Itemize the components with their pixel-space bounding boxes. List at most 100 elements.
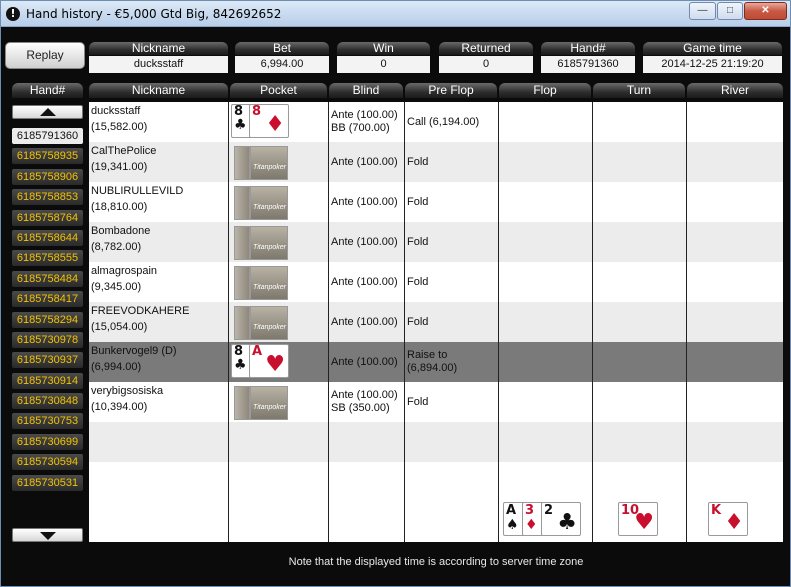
- hand-list-item[interactable]: 6185730594: [12, 454, 83, 471]
- card-rank: A: [252, 344, 263, 359]
- player-cell: verybigsosiska (10,394.00): [89, 382, 228, 422]
- card: 10 ♥: [618, 502, 658, 536]
- card-rank: 3: [525, 503, 535, 518]
- card-back-icon: Titanpoker: [250, 186, 288, 220]
- col-header-nickname: Nickname: [89, 83, 228, 98]
- blind-cell: Ante (100.00): [329, 142, 405, 182]
- hand-list-item[interactable]: 6185791360: [12, 128, 83, 144]
- player-name: CalThePolice: [91, 145, 157, 157]
- title-bar: ! Hand history - €5,000 Gtd Big, 8426926…: [1, 1, 790, 27]
- card-rank: 8: [252, 104, 262, 119]
- close-button[interactable]: ✕: [744, 2, 787, 20]
- player-name: NUBLIRULLEVILD: [91, 185, 184, 197]
- summary-returned-label: Returned: [439, 42, 533, 55]
- preflop-cell: Call (6,194.00): [405, 102, 499, 142]
- pocket-cell: Titanpoker: [229, 382, 328, 422]
- pocket-cell: Titanpoker: [229, 222, 328, 262]
- blind-ante: Ante (100.00): [331, 235, 398, 248]
- preflop-cell: Fold: [405, 142, 499, 182]
- blind-ante: Ante (100.00): [331, 389, 398, 401]
- hand-list-header: Hand#: [12, 83, 83, 98]
- summary-win-label: Win: [337, 42, 430, 55]
- hand-list-item[interactable]: 6185758417: [12, 291, 83, 308]
- table-row[interactable]: CalThePolice (19,341.00) Titanpoker Ante…: [89, 142, 783, 182]
- summary-bet-value: 6,994.00: [235, 56, 329, 73]
- blind-sb: SB (350.00): [331, 402, 390, 414]
- table-row[interactable]: FREEVODKAHERE (15,054.00) Titanpoker Ant…: [89, 302, 783, 342]
- board-row: A ♠ 3 ♦ 2 ♣ 10 ♥ K ♦: [89, 502, 783, 542]
- summary-win: Win 0: [337, 42, 430, 74]
- summary-time-label: Game time: [643, 42, 782, 55]
- card-back-icon: Titanpoker: [250, 386, 288, 420]
- column-divider: [228, 102, 229, 542]
- card-back-logo: Titanpoker: [253, 244, 287, 251]
- card-rank: 2: [544, 503, 554, 518]
- preflop-cell: Fold: [405, 182, 499, 222]
- hand-list-item[interactable]: 6185730914: [12, 372, 83, 389]
- hand-list-item[interactable]: 6185758484: [12, 270, 83, 287]
- card-back-icon: [234, 226, 250, 260]
- hand-list-item[interactable]: 6185730531: [12, 474, 83, 491]
- summary-returned: Returned 0: [439, 42, 533, 74]
- preflop-cell: Raise to (6,894.00): [405, 342, 499, 382]
- card-back-icon: [234, 186, 250, 220]
- card-back-icon: [234, 306, 250, 340]
- summary-time-value: 2014-12-25 21:19:20: [643, 56, 782, 73]
- hand-table: Nickname Pocket Blind Pre Flop Flop Turn…: [89, 83, 783, 543]
- blind-ante: Ante (100.00): [331, 275, 398, 288]
- player-cell: almagrospain (9,345.00): [89, 262, 228, 302]
- hand-list-item[interactable]: 6185758555: [12, 250, 83, 267]
- heart-icon: ♥: [265, 352, 285, 377]
- hand-list-item[interactable]: 6185730699: [12, 433, 83, 450]
- hand-list-item[interactable]: 6185758644: [12, 229, 83, 246]
- summary-nickname: Nickname ducksstaff: [89, 42, 228, 74]
- blind-cell: Ante (100.00) BB (700.00): [329, 102, 405, 142]
- spade-icon: ♠: [506, 517, 519, 533]
- table-row[interactable]: verybigsosiska (10,394.00) Titanpoker An…: [89, 382, 783, 422]
- player-cell: CalThePolice (19,341.00): [89, 142, 228, 182]
- hand-list-item[interactable]: 6185758764: [12, 209, 83, 226]
- preflop-action: Raise to: [407, 349, 448, 361]
- player-name: Bunkervogel9 (D): [91, 345, 177, 357]
- table-row[interactable]: Bombadone (8,782.00) Titanpoker Ante (10…: [89, 222, 783, 262]
- card-back-icon: Titanpoker: [250, 146, 288, 180]
- blind-ante: Ante (100.00): [331, 355, 398, 368]
- minimize-button[interactable]: —: [689, 2, 716, 20]
- hand-list-item[interactable]: 6185758294: [12, 311, 83, 328]
- col-header-flop: Flop: [499, 83, 591, 98]
- table-row[interactable]: almagrospain (9,345.00) Titanpoker Ante …: [89, 262, 783, 302]
- hand-list-item[interactable]: 6185730848: [12, 393, 83, 410]
- hand-list-item[interactable]: 6185730937: [12, 352, 83, 369]
- scroll-down-button[interactable]: [12, 528, 83, 542]
- player-stack: (9,345.00): [91, 281, 142, 293]
- card: 2 ♣: [541, 502, 581, 536]
- card: 8 ♦: [249, 104, 289, 138]
- hand-list-item[interactable]: 6185730978: [12, 331, 83, 348]
- summary-hand: Hand# 6185791360: [541, 42, 635, 74]
- replay-button[interactable]: Replay: [5, 42, 85, 69]
- scroll-up-button[interactable]: [12, 105, 83, 119]
- heart-icon: ♥: [634, 510, 654, 535]
- card: K ♦: [708, 502, 748, 536]
- hand-list-item[interactable]: 6185758906: [12, 168, 83, 185]
- footer-note: Note that the displayed time is accordin…: [288, 556, 584, 568]
- summary-returned-value: 0: [439, 56, 533, 73]
- table-row: [89, 422, 783, 462]
- card-back-icon: Titanpoker: [250, 266, 288, 300]
- preflop-action: Fold: [407, 155, 429, 168]
- blind-cell: Ante (100.00): [329, 342, 405, 382]
- card-back-icon: [234, 266, 250, 300]
- table-row[interactable]: NUBLIRULLEVILD (18,810.00) Titanpoker An…: [89, 182, 783, 222]
- blind-cell: Ante (100.00): [329, 182, 405, 222]
- hand-list-item[interactable]: 6185758935: [12, 148, 83, 165]
- preflop-action: Fold: [407, 315, 429, 328]
- blind-cell: Ante (100.00): [329, 262, 405, 302]
- maximize-button[interactable]: □: [717, 2, 743, 20]
- hand-list-item[interactable]: 6185730753: [12, 413, 83, 430]
- player-cell: Bunkervogel9 (D) (6,994.00): [89, 342, 228, 382]
- table-row[interactable]: Bunkervogel9 (D) (6,994.00) 8 ♣ A ♥ Ante…: [89, 342, 783, 382]
- hand-list-item[interactable]: 6185758853: [12, 189, 83, 206]
- diamond-icon: ♦: [724, 510, 744, 535]
- table-row[interactable]: ducksstaff (15,582.00) 8 ♣ 8 ♦ Ante (100…: [89, 102, 783, 142]
- hand-list: 6185791360 6185758935 6185758906 6185758…: [12, 128, 83, 495]
